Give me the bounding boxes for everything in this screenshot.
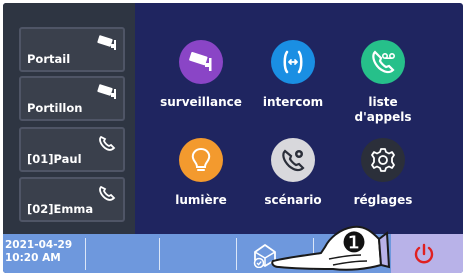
power-button[interactable] (391, 234, 463, 273)
app-lumiere[interactable]: lumière (155, 138, 245, 228)
bottom-button-2[interactable] (160, 234, 236, 273)
bottom-bar: 2021-04-29 10:20 AM ❶ (3, 225, 463, 273)
app-label: réglages (353, 193, 413, 207)
camera-icon (97, 35, 116, 50)
screen: Portail Portillon [01]Paul [02]Emma surv… (3, 3, 463, 273)
settings-gear-icon (361, 138, 405, 182)
surveillance-camera-icon (179, 40, 223, 84)
date-time-display: 2021-04-29 10:20 AM (5, 239, 83, 265)
app-surveillance[interactable]: surveillance (155, 40, 245, 130)
date-text: 2021-04-29 (5, 239, 73, 251)
callout-number: ❶ (341, 226, 367, 259)
intercom-device: Portail Portillon [01]Paul [02]Emma surv… (0, 0, 466, 276)
voicemail-phone-icon (361, 40, 405, 84)
contacts-panel: Portail Portillon [01]Paul [02]Emma (3, 3, 135, 234)
power-icon (414, 243, 434, 264)
contact-label: [02]Emma (27, 202, 94, 216)
app-label-line1: liste (368, 95, 398, 109)
light-bulb-icon (179, 138, 223, 182)
contact-portail[interactable]: Portail (19, 27, 125, 72)
contact-label: Portail (27, 52, 71, 66)
app-label-line2: d'appels (354, 110, 412, 124)
app-intercom[interactable]: intercom (247, 40, 337, 130)
contact-label: Portillon (27, 101, 83, 115)
pointing-hand-icon (271, 225, 391, 271)
bottom-button-1[interactable] (86, 234, 159, 273)
contact-emma[interactable]: [02]Emma (19, 177, 125, 222)
time-text: 10:20 AM (5, 252, 61, 264)
app-label: liste d'appels (327, 95, 439, 125)
intercom-icon (271, 40, 315, 84)
contact-portillon[interactable]: Portillon (19, 76, 125, 121)
app-liste-appels[interactable]: liste d'appels (337, 40, 427, 130)
camera-icon (97, 84, 116, 99)
phone-icon (99, 185, 116, 201)
scenario-phone-gear-icon (271, 138, 315, 182)
phone-icon (99, 135, 116, 151)
contact-paul[interactable]: [01]Paul (19, 127, 125, 172)
contact-label: [01]Paul (27, 152, 82, 166)
